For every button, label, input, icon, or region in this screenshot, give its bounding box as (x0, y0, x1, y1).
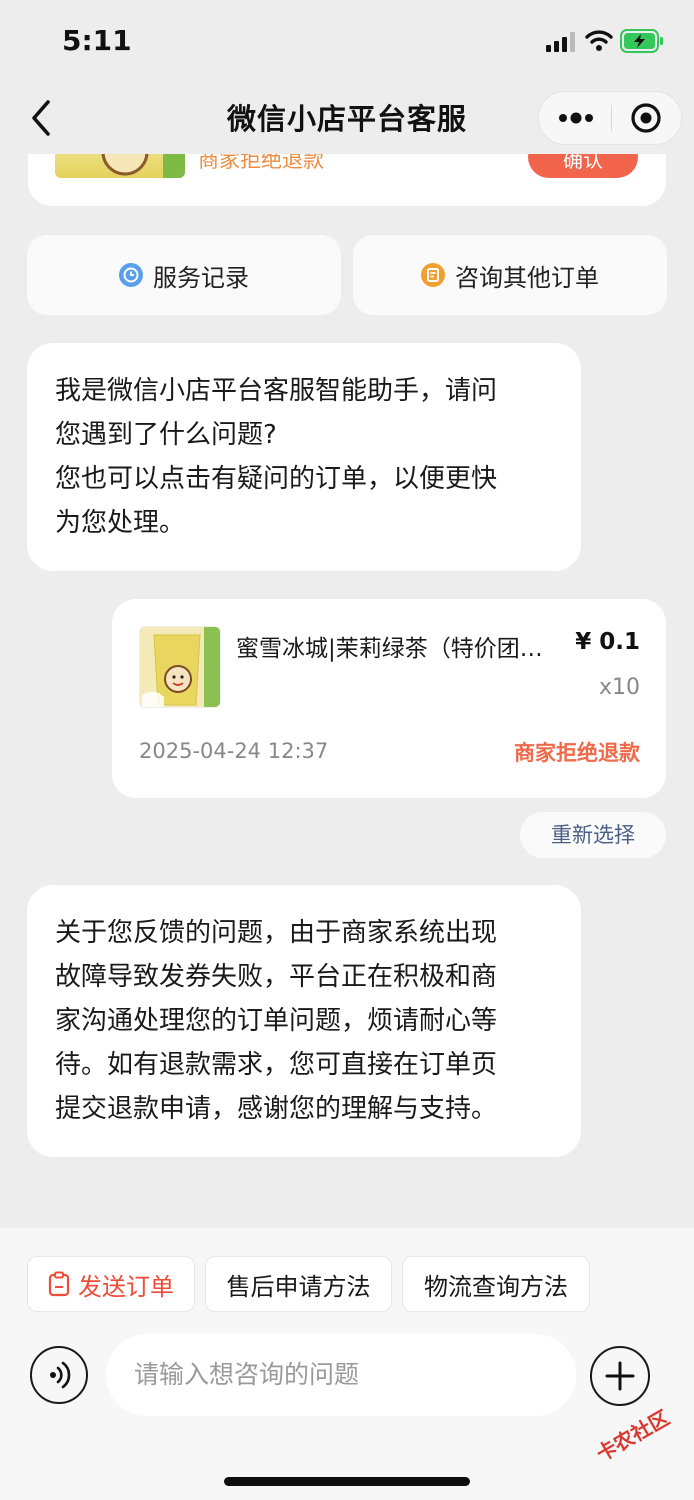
message-line: 提交退款申请，感谢您的理解与支持。 (55, 1094, 498, 1124)
signal-icon (546, 32, 575, 52)
status-bar: 5:11 (0, 0, 694, 84)
after-sale-method-label: 售后申请方法 (226, 1272, 371, 1301)
logistics-query-chip[interactable]: 物流查询方法 (402, 1256, 590, 1312)
after-sale-method-chip[interactable]: 售后申请方法 (205, 1256, 392, 1312)
logistics-query-label: 物流查询方法 (424, 1272, 568, 1301)
order-card[interactable]: 蜜雪冰城|茉莉绿茶（特价团… ¥ 0.1 x10 2025-04-24 12:3… (112, 599, 666, 798)
more-actions-button[interactable] (590, 1346, 650, 1406)
service-records-button[interactable]: 服务记录 (27, 235, 341, 315)
assistant-greeting-message: 我是微信小店平台客服智能助手，请问 您遇到了什么问题? 您也可以点击有疑问的订单… (27, 343, 581, 571)
plus-icon (605, 1361, 635, 1391)
message-line: 您遇到了什么问题? (55, 420, 277, 450)
service-records-label: 服务记录 (153, 263, 249, 292)
message-line: 关于您反馈的问题，由于商家系统出现 (55, 918, 498, 948)
product-price: ¥ 0.1 (575, 629, 640, 655)
voice-icon (50, 1361, 71, 1389)
product-image (139, 626, 221, 708)
message-line: 您也可以点击有疑问的订单，以便更快 (55, 464, 498, 494)
order-icon (421, 263, 445, 287)
assistant-reply-message: 关于您反馈的问题，由于商家系统出现 故障导致发券失败，平台正在积极和商 家沟通处… (27, 885, 581, 1157)
more-options-icon[interactable] (539, 92, 611, 144)
consult-other-orders-label: 咨询其他订单 (455, 263, 599, 292)
status-time: 5:11 (62, 24, 132, 57)
clock-icon (119, 263, 143, 287)
battery-charging-icon (620, 29, 663, 53)
send-order-label: 发送订单 (78, 1272, 174, 1301)
order-clipboard-icon (48, 1271, 70, 1297)
message-line: 为您处理。 (55, 508, 186, 538)
question-input[interactable]: 请输入想咨询的问题 (106, 1334, 576, 1416)
mini-program-capsule (538, 91, 682, 145)
voice-input-button[interactable] (30, 1346, 88, 1404)
reselect-button[interactable]: 重新选择 (520, 812, 666, 858)
product-quantity: x10 (598, 675, 640, 700)
consult-other-orders-button[interactable]: 咨询其他订单 (353, 235, 667, 315)
message-line: 家沟通处理您的订单问题，烦请耐心等 (55, 1006, 498, 1036)
product-name: 蜜雪冰城|茉莉绿茶（特价团… (236, 636, 543, 662)
send-order-chip[interactable]: 发送订单 (27, 1256, 195, 1312)
close-mini-program-icon[interactable] (612, 92, 682, 144)
wifi-icon (585, 30, 613, 51)
order-time: 2025-04-24 12:37 (139, 739, 329, 763)
message-line: 待。如有退款需求，您可直接在订单页 (55, 1050, 498, 1080)
order-status: 商家拒绝退款 (514, 741, 640, 765)
message-line: 故障导致发券失败，平台正在积极和商 (55, 962, 498, 992)
message-line: 我是微信小店平台客服智能助手，请问 (55, 376, 498, 406)
home-indicator (224, 1477, 470, 1486)
